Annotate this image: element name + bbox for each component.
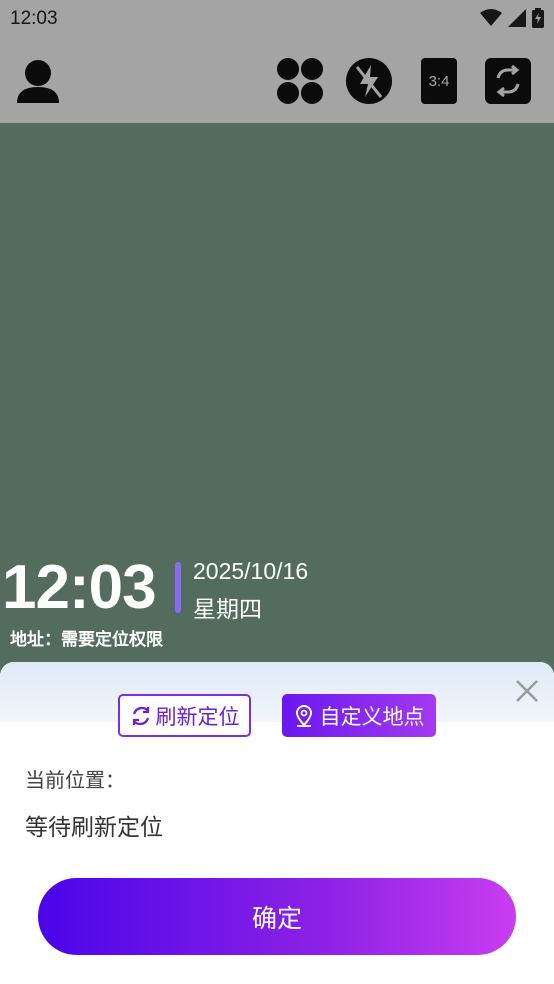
- custom-location-button[interactable]: 自定义地点: [282, 694, 436, 737]
- current-location-label: 当前位置：: [25, 768, 125, 792]
- current-location-value: 等待刷新定位: [25, 815, 163, 841]
- sheet-header-gradient: [0, 662, 554, 722]
- confirm-button[interactable]: 确定: [38, 878, 516, 955]
- refresh-location-button[interactable]: 刷新定位: [118, 694, 251, 737]
- watermark-divider: [175, 562, 181, 613]
- watermark-address: 地址：需要定位权限: [10, 630, 163, 650]
- watermark-weekday: 星期四: [193, 597, 262, 623]
- watermark-time: 12:03: [2, 553, 157, 622]
- close-button[interactable]: [514, 678, 540, 704]
- refresh-icon: [132, 706, 149, 725]
- location-pin-icon: [295, 704, 312, 727]
- location-sheet: 刷新定位 自定义地点 当前位置： 等待刷新定位 确定: [0, 662, 554, 984]
- confirm-label: 确定: [251, 903, 302, 933]
- watermark-date: 2025/10/16: [193, 558, 309, 584]
- close-icon: [516, 680, 538, 702]
- refresh-location-label: 刷新定位: [155, 704, 240, 729]
- custom-location-label: 自定义地点: [319, 704, 425, 729]
